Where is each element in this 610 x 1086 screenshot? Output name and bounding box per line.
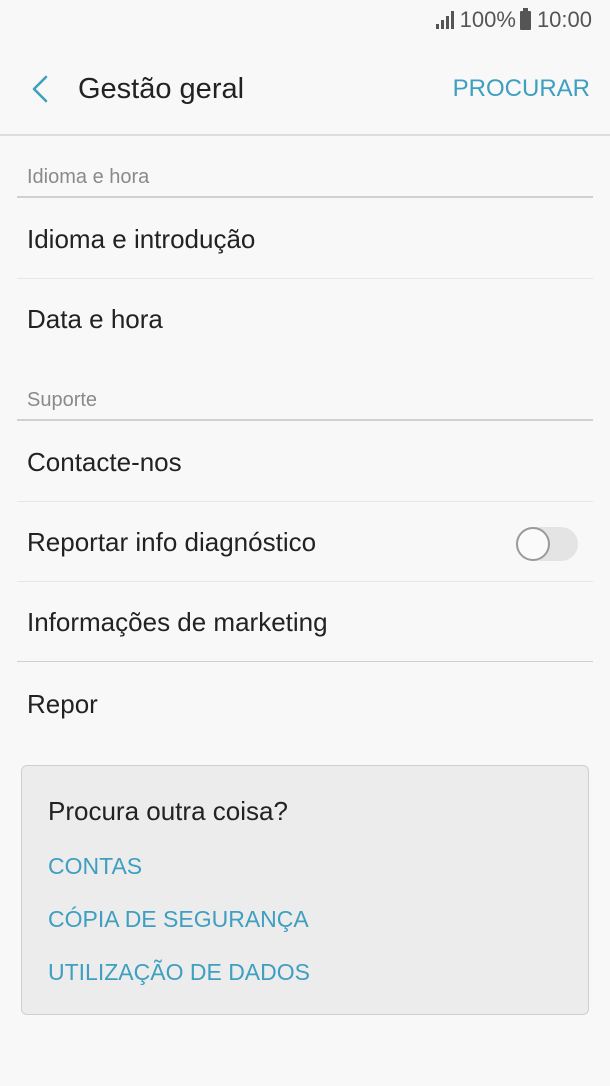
suggestion-link-accounts[interactable]: CONTAS: [48, 853, 142, 880]
section-divider: [17, 419, 593, 421]
chevron-left-icon: [32, 75, 48, 103]
suggestion-title: Procura outra coisa?: [48, 796, 288, 826]
status-bar: 100% 10:00: [0, 0, 610, 40]
diagnostic-toggle[interactable]: [516, 527, 578, 561]
clock: 10:00: [536, 7, 592, 32]
list-item-language-input[interactable]: Idioma e introdução: [0, 200, 610, 278]
list-item-label: Contacte-nos: [27, 446, 182, 477]
section-header-language-time: Idioma e hora: [27, 166, 150, 188]
toggle-knob: [516, 527, 550, 561]
item-divider: [17, 501, 593, 502]
item-divider: [17, 661, 593, 662]
battery-percentage: 100%: [459, 7, 516, 32]
search-button[interactable]: PROCURAR: [453, 75, 590, 103]
suggestion-link-data-usage[interactable]: UTILIZAÇÃO DE DADOS: [48, 959, 310, 986]
list-item-label: Informações de marketing: [27, 606, 328, 637]
item-divider: [17, 278, 593, 279]
header-divider: [0, 134, 610, 136]
list-item-date-time[interactable]: Data e hora: [0, 280, 610, 358]
list-item-reset[interactable]: Repor: [0, 665, 610, 743]
list-item-label: Data e hora: [27, 303, 163, 334]
section-divider: [17, 196, 593, 198]
list-item-label: Reportar info diagnóstico: [27, 526, 317, 557]
suggestion-link-backup[interactable]: CÓPIA DE SEGURANÇA: [48, 906, 309, 933]
back-button[interactable]: [20, 69, 60, 109]
battery-icon: [519, 7, 531, 30]
list-item-label: Idioma e introdução: [27, 223, 256, 254]
signal-icon: [435, 11, 454, 29]
section-header-support: Suporte: [27, 389, 98, 411]
suggestion-card: Procura outra coisa? CONTAS CÓPIA DE SEG…: [21, 765, 589, 1015]
page-title: Gestão geral: [78, 72, 245, 105]
list-item-marketing-info[interactable]: Informações de marketing: [0, 583, 610, 661]
list-item-contact-us[interactable]: Contacte-nos: [0, 423, 610, 501]
list-item-label: Repor: [27, 688, 98, 719]
screen: 100% 10:00 Gestão geral PROCURAR Idioma …: [0, 0, 610, 1086]
list-item-diagnostic-info[interactable]: Reportar info diagnóstico: [0, 503, 610, 581]
app-header: Gestão geral PROCURAR: [0, 56, 610, 122]
item-divider: [17, 581, 593, 582]
